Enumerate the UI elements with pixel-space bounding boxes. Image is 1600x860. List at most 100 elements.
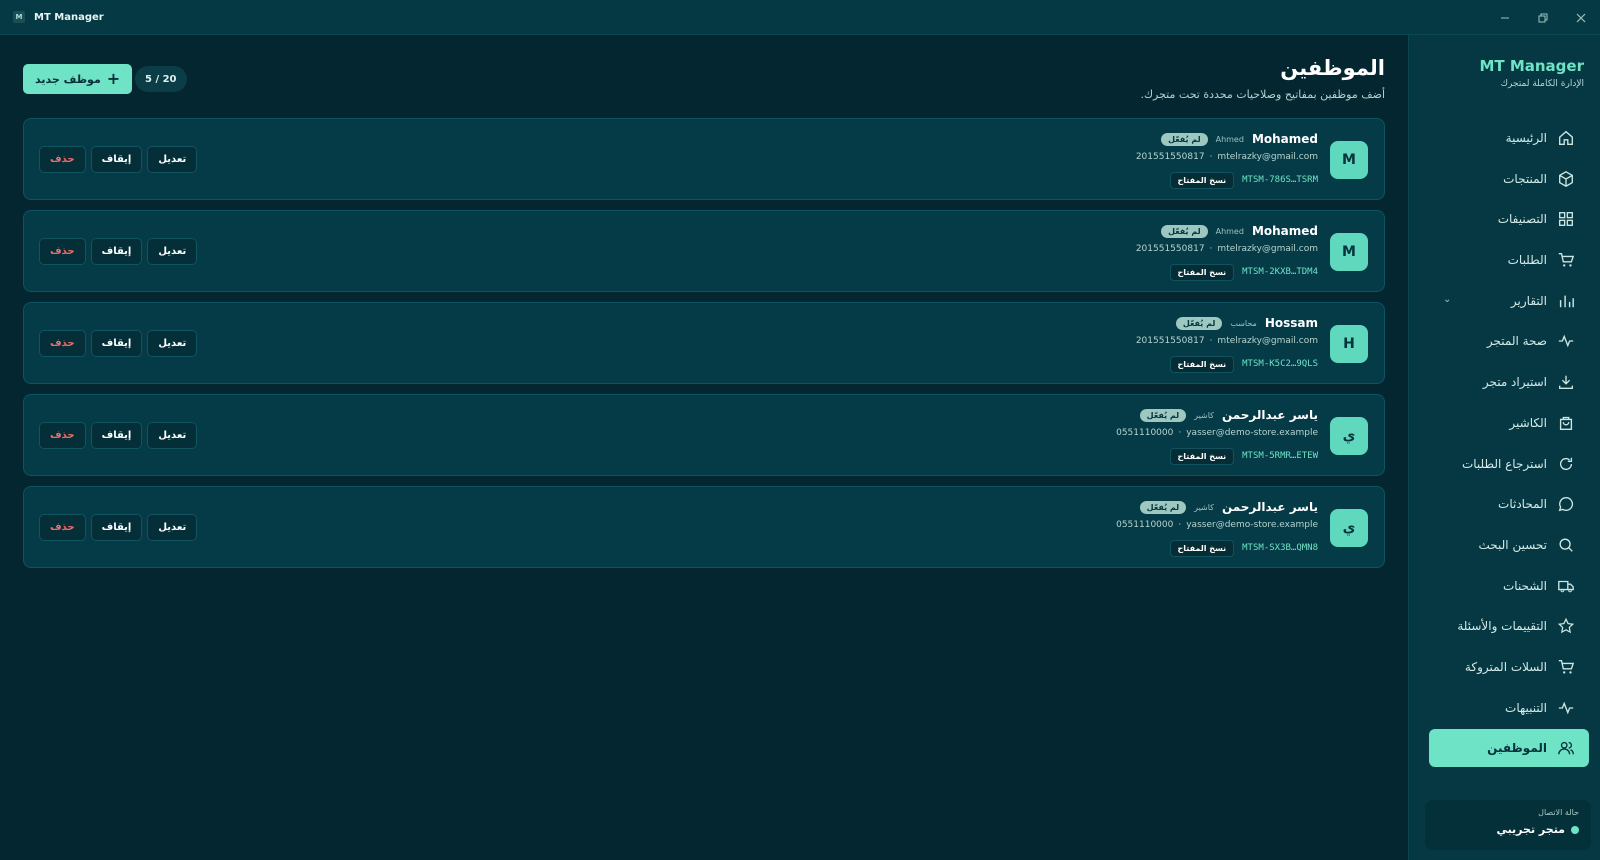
sidebar-item[interactable]: الطلبات bbox=[1429, 241, 1589, 279]
sidebar-item[interactable]: الشحنات bbox=[1429, 567, 1589, 605]
sidebar-item-label: استرجاع الطلبات bbox=[1461, 456, 1547, 471]
suspend-button[interactable]: إيقاف bbox=[90, 146, 143, 173]
sidebar-item[interactable]: التنبيهات bbox=[1429, 689, 1589, 727]
sidebar-item-label: التقارير bbox=[1510, 293, 1547, 308]
separator: · bbox=[1209, 336, 1213, 346]
sidebar-item[interactable]: السلات المتروكة bbox=[1429, 648, 1589, 686]
sidebar-item-label: المنتجات bbox=[1503, 171, 1547, 186]
suspend-button[interactable]: إيقاف bbox=[90, 514, 143, 541]
brand-title: MT Manager bbox=[1479, 57, 1584, 75]
sidebar-item[interactable]: التقييمات والأسئلة bbox=[1429, 607, 1589, 645]
employee-phone: 201551550817 bbox=[1135, 336, 1205, 346]
employee-name: Mohamed bbox=[1251, 224, 1318, 238]
sidebar-item[interactable]: استرجاع الطلبات bbox=[1429, 445, 1589, 483]
status-badge: لم يُفعّل bbox=[1139, 500, 1187, 514]
edit-button[interactable]: تعديل bbox=[147, 422, 198, 449]
close-button[interactable] bbox=[1562, 0, 1600, 35]
copy-key-button[interactable]: نسخ المفتاح bbox=[1169, 447, 1235, 465]
delete-button[interactable]: حذف bbox=[39, 330, 86, 357]
sidebar-item-label: التنبيهات bbox=[1505, 700, 1547, 715]
employee-name: Hossam bbox=[1264, 316, 1318, 330]
copy-key-button[interactable]: نسخ المفتاح bbox=[1169, 539, 1235, 557]
employee-email: mtelrazky@gmail.com bbox=[1217, 152, 1318, 162]
employee-name: ياسر عبدالرحمن bbox=[1221, 500, 1318, 514]
star-icon bbox=[1557, 617, 1575, 635]
sidebar-nav: الرئيسية المنتجات التصنيفات الطلبات ⌄ الت… bbox=[1429, 119, 1589, 770]
edit-button[interactable]: تعديل bbox=[147, 330, 198, 357]
sidebar-item[interactable]: الكاشير bbox=[1429, 404, 1589, 442]
sidebar-item-label: التقييمات والأسئلة bbox=[1457, 619, 1547, 634]
main-content: الموظفين أضف موظفين بمفاتيح وصلاحيات محد… bbox=[0, 35, 1408, 860]
edit-button[interactable]: تعديل bbox=[147, 238, 198, 265]
sidebar-item[interactable]: تحسين البحث bbox=[1429, 526, 1589, 564]
search-icon bbox=[1557, 536, 1575, 554]
restore-button[interactable] bbox=[1524, 0, 1562, 35]
edit-button[interactable]: تعديل bbox=[147, 146, 198, 173]
sidebar-item-label: تحسين البحث bbox=[1478, 537, 1547, 552]
employee-count-badge: 5 / 20 bbox=[135, 66, 187, 92]
employee-actions: حذف إيقاف تعديل bbox=[39, 238, 198, 265]
copy-key-button[interactable]: نسخ المفتاح bbox=[1169, 355, 1235, 373]
employee-email: yasser@demo-store.example bbox=[1186, 428, 1318, 438]
sidebar-item[interactable]: صحة المتجر bbox=[1429, 322, 1589, 360]
employee-card: ي ياسر عبدالرحمن كاشير لم يُفعّل yasser@… bbox=[23, 394, 1385, 476]
sidebar-item[interactable]: المحادثات bbox=[1429, 485, 1589, 523]
app-logo-icon: M bbox=[13, 11, 25, 23]
suspend-button[interactable]: إيقاف bbox=[90, 422, 143, 449]
sidebar-item[interactable]: الرئيسية bbox=[1429, 119, 1589, 157]
pulse-icon bbox=[1557, 332, 1575, 350]
grid-icon bbox=[1557, 210, 1575, 228]
delete-button[interactable]: حذف bbox=[39, 514, 86, 541]
brand: MT Manager الإدارة الكاملة لمتجرك bbox=[1479, 57, 1584, 89]
employee-email: mtelrazky@gmail.com bbox=[1217, 244, 1318, 254]
employee-info: Mohamed Ahmed لم يُفعّل mtelrazky@gmail.… bbox=[1136, 223, 1318, 281]
employee-key: MTSM-5RMR…ETEW bbox=[1242, 451, 1318, 461]
employee-card: M Mohamed Ahmed لم يُفعّل mtelrazky@gmai… bbox=[23, 118, 1385, 200]
copy-key-button[interactable]: نسخ المفتاح bbox=[1169, 171, 1235, 189]
employee-key: MTSM-SX3B…QMN8 bbox=[1242, 543, 1318, 553]
cart-icon bbox=[1557, 658, 1575, 676]
sidebar-item-label: الكاشير bbox=[1509, 415, 1547, 430]
suspend-button[interactable]: إيقاف bbox=[90, 330, 143, 357]
status-badge: لم يُفعّل bbox=[1161, 132, 1208, 146]
delete-button[interactable]: حذف bbox=[39, 146, 86, 173]
minimize-button[interactable] bbox=[1486, 0, 1524, 35]
employee-actions: حذف إيقاف تعديل bbox=[39, 330, 198, 357]
delete-button[interactable]: حذف bbox=[39, 238, 86, 265]
bar-chart-icon bbox=[1557, 292, 1575, 310]
title-bar: M MT Manager bbox=[0, 0, 1600, 35]
connection-label: حالة الاتصال bbox=[1538, 808, 1579, 817]
delete-button[interactable]: حذف bbox=[39, 422, 86, 449]
employee-info: Hossam محاسب لم يُفعّل mtelrazky@gmail.c… bbox=[1135, 315, 1318, 373]
chevron-down-icon[interactable]: ⌄ bbox=[1443, 294, 1451, 305]
sidebar-item[interactable]: الموظفين bbox=[1429, 729, 1589, 768]
employee-phone: 0551110000 bbox=[1116, 520, 1174, 530]
new-employee-label: موظف جديد bbox=[35, 72, 101, 86]
sidebar-item-label: الطلبات bbox=[1507, 253, 1547, 268]
sidebar-item[interactable]: التصنيفات bbox=[1429, 200, 1589, 238]
sidebar-item[interactable]: استيراد متجر bbox=[1429, 363, 1589, 401]
brand-subtitle: الإدارة الكاملة لمتجرك bbox=[1500, 79, 1584, 89]
employee-email: mtelrazky@gmail.com bbox=[1217, 336, 1318, 346]
employee-key: MTSM-786S…TSRM bbox=[1242, 175, 1318, 185]
separator: · bbox=[1209, 152, 1213, 162]
employee-role: كاشير bbox=[1194, 410, 1214, 420]
status-badge: لم يُفعّل bbox=[1161, 224, 1208, 238]
copy-key-button[interactable]: نسخ المفتاح bbox=[1169, 263, 1235, 281]
window-title: MT Manager bbox=[34, 11, 104, 23]
sidebar-item[interactable]: ⌄ التقارير bbox=[1429, 282, 1589, 320]
employee-key: MTSM-K5C2…9QLS bbox=[1242, 359, 1318, 369]
sidebar-item-label: الموظفين bbox=[1487, 741, 1547, 756]
download-icon bbox=[1557, 373, 1575, 391]
employee-card: ي ياسر عبدالرحمن كاشير لم يُفعّل yasser@… bbox=[23, 486, 1385, 568]
edit-button[interactable]: تعديل bbox=[147, 514, 198, 541]
suspend-button[interactable]: إيقاف bbox=[90, 238, 143, 265]
employee-email: yasser@demo-store.example bbox=[1186, 520, 1318, 530]
status-dot-icon bbox=[1571, 825, 1579, 834]
restore-icon bbox=[1538, 13, 1548, 22]
refresh-icon bbox=[1557, 455, 1575, 473]
sidebar-item[interactable]: المنتجات bbox=[1429, 160, 1589, 198]
employee-info: ياسر عبدالرحمن كاشير لم يُفعّل yasser@de… bbox=[1116, 407, 1318, 465]
pulse-icon bbox=[1557, 699, 1575, 717]
new-employee-button[interactable]: + موظف جديد bbox=[23, 64, 133, 94]
